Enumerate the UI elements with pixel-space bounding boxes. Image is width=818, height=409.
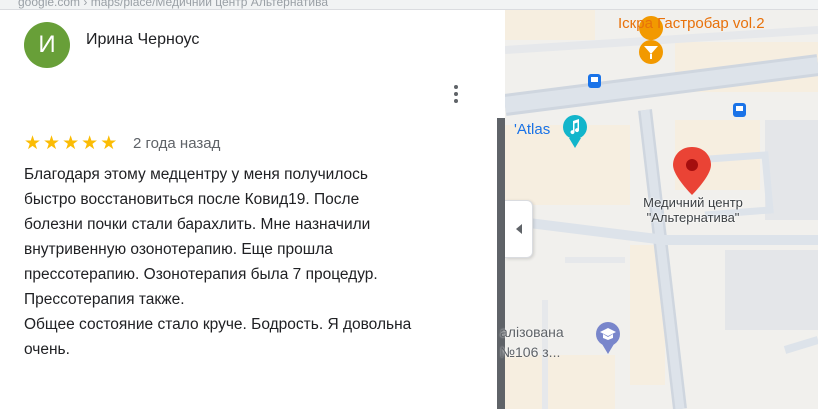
star-icon: ★: [43, 133, 61, 154]
panel-scrollbar[interactable]: [497, 118, 505, 409]
star-icon: ★: [100, 133, 118, 154]
bus-stop-icon: [588, 74, 601, 88]
review-text: Благодаря этому медцентру у меня получил…: [24, 162, 479, 362]
review-text-line: болезни почки стали барахлить. Мне назна…: [24, 216, 371, 233]
star-icon: ★: [62, 133, 80, 154]
map-label-clinic[interactable]: Медичний центр "Альтернатива": [620, 195, 766, 225]
avatar-initial: И: [38, 31, 56, 58]
map-label-bar[interactable]: Іскра Гастробар vol.2: [618, 15, 765, 32]
review-date: 2 года назад: [133, 135, 221, 152]
review-text-line: Прессотерапия также.: [24, 291, 185, 308]
url-fragment: google.com › maps/place/Медичний центр А…: [18, 0, 328, 9]
review-author-name[interactable]: Ирина Черноус: [86, 31, 199, 49]
review-text-line: очень.: [24, 341, 70, 358]
review-text-line: Благодаря этому медцентру у меня получил…: [24, 166, 368, 183]
star-icon: ★: [24, 133, 42, 154]
school-label-line2: №106 з...: [500, 344, 561, 360]
avatar[interactable]: И: [24, 22, 70, 68]
chevron-left-icon: [515, 224, 522, 234]
map-label-atlas[interactable]: 'Atlas: [514, 121, 550, 138]
browser-url-strip: google.com › maps/place/Медичний центр А…: [0, 0, 818, 10]
bus-stop-icon: [733, 103, 746, 117]
review-text-line: Общее состояние стало круче. Бодрость. Я…: [24, 316, 412, 333]
school-label-line1: алізована: [500, 324, 564, 340]
collapse-panel-button[interactable]: [505, 200, 533, 258]
review-text-line: быстро восстановиться после Ковид19. Пос…: [24, 191, 360, 208]
rating-stars: ★ ★ ★ ★ ★: [24, 134, 117, 153]
clinic-label-line2: "Альтернатива": [646, 210, 740, 225]
map-label-school[interactable]: алізована №106 з...: [500, 322, 564, 362]
more-vert-icon[interactable]: [448, 82, 464, 106]
clinic-label-line1: Медичний центр: [643, 195, 743, 210]
star-icon: ★: [81, 133, 99, 154]
review-panel: И Ирина Черноус ★ ★ ★ ★ ★ 2 года назад Б…: [0, 10, 498, 409]
review-text-line: внутривенную озонотерапию. Еще прошла: [24, 241, 333, 258]
review-text-line: прессотерапию. Озонотерапия была 7 проце…: [24, 266, 378, 283]
